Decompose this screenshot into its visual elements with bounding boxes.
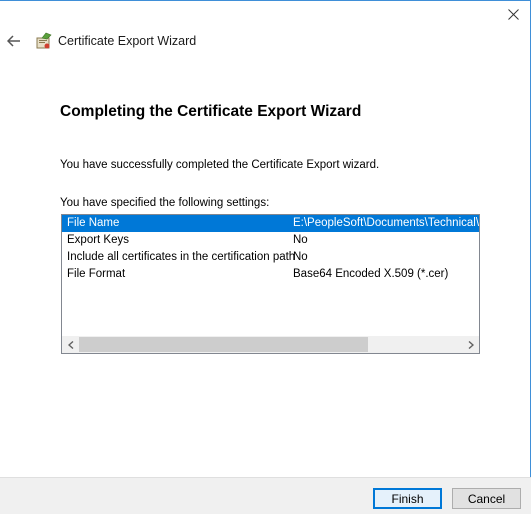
setting-name: Include all certificates in the certific… (67, 251, 296, 263)
setting-name: Export Keys (67, 234, 129, 246)
settings-label: You have specified the following setting… (60, 197, 270, 209)
setting-name: File Name (67, 217, 120, 229)
chevron-left-icon (67, 340, 73, 349)
back-arrow-icon (7, 35, 20, 47)
certificate-wizard-icon (35, 32, 53, 50)
settings-rows: File Name E:\PeopleSoft\Documents\Techni… (62, 215, 479, 335)
scroll-left-button[interactable] (62, 336, 79, 353)
close-button[interactable] (502, 3, 524, 25)
settings-row-file-name[interactable]: File Name E:\PeopleSoft\Documents\Techni… (62, 215, 479, 232)
scroll-thumb[interactable] (79, 337, 368, 352)
page-heading: Completing the Certificate Export Wizard (60, 103, 362, 120)
chevron-right-icon (468, 340, 474, 349)
settings-row-include-all-certificates[interactable]: Include all certificates in the certific… (62, 249, 479, 266)
scroll-right-button[interactable] (462, 336, 479, 353)
finish-button[interactable]: Finish (373, 488, 442, 509)
window-title: Certificate Export Wizard (58, 34, 197, 48)
wizard-header: Certificate Export Wizard (0, 29, 530, 55)
setting-value: No (293, 251, 308, 263)
certificate-export-wizard-window: Certificate Export Wizard Completing the… (0, 0, 531, 514)
button-bar: Finish Cancel (0, 477, 531, 514)
cancel-button[interactable]: Cancel (452, 488, 521, 509)
setting-value: E:\PeopleSoft\Documents\Technical\Go (293, 217, 479, 229)
settings-row-export-keys[interactable]: Export Keys No (62, 232, 479, 249)
close-icon (507, 8, 519, 20)
horizontal-scrollbar[interactable] (62, 336, 479, 353)
back-button[interactable] (5, 32, 23, 50)
setting-value: No (293, 234, 308, 246)
success-message: You have successfully completed the Cert… (60, 159, 380, 171)
setting-name: File Format (67, 268, 126, 280)
setting-value: Base64 Encoded X.509 (*.cer) (293, 268, 449, 280)
settings-row-file-format[interactable]: File Format Base64 Encoded X.509 (*.cer) (62, 266, 479, 283)
settings-list[interactable]: File Name E:\PeopleSoft\Documents\Techni… (61, 214, 480, 354)
